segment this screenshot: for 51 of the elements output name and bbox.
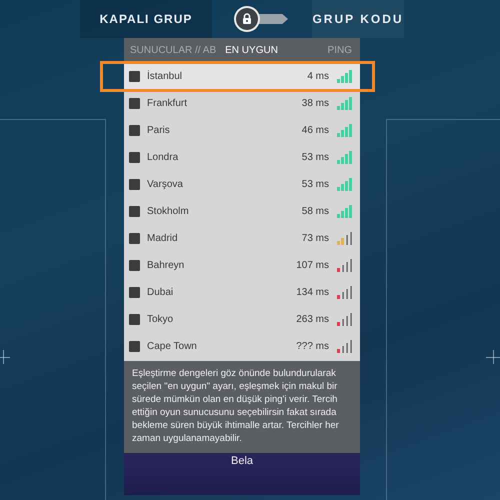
checkbox[interactable]: [129, 287, 140, 298]
server-name: Tokyo: [147, 314, 174, 325]
checkbox[interactable]: [129, 341, 140, 352]
checkbox[interactable]: [129, 125, 140, 136]
server-row[interactable]: Dubai 134 ms: [124, 279, 360, 306]
server-row[interactable]: Stokholm 58 ms: [124, 198, 360, 225]
ping-value: 263 ms: [296, 314, 329, 325]
lock-icon: [240, 12, 254, 26]
ping-value: 58 ms: [302, 206, 329, 217]
ping-value: 53 ms: [302, 179, 329, 190]
sort-tab[interactable]: EN UYGUN: [225, 44, 278, 56]
closed-group-tab[interactable]: KAPALI GRUP: [80, 0, 212, 38]
ping-value: 46 ms: [302, 125, 329, 136]
server-row[interactable]: Varşova 53 ms: [124, 171, 360, 198]
ping-value: 53 ms: [302, 152, 329, 163]
group-code-tab[interactable]: GRUP KODU: [312, 0, 404, 38]
server-row[interactable]: Londra 53 ms: [124, 144, 360, 171]
server-name: Dubai: [147, 287, 174, 298]
checkbox[interactable]: [129, 206, 140, 217]
server-name: Madrid: [147, 233, 179, 244]
server-row[interactable]: Tokyo 263 ms: [124, 306, 360, 333]
server-name: Varşova: [147, 179, 184, 190]
server-name: Londra: [147, 152, 180, 163]
server-name: İstanbul: [147, 71, 184, 82]
server-name: Stokholm: [147, 206, 190, 217]
server-row[interactable]: Cape Town ??? ms: [124, 333, 360, 360]
server-name: Frankfurt: [147, 98, 188, 109]
server-name: Paris: [147, 125, 171, 136]
server-row[interactable]: Paris 46 ms: [124, 117, 360, 144]
checkbox[interactable]: [129, 233, 140, 244]
checkbox[interactable]: [129, 260, 140, 271]
ping-value: ??? ms: [296, 341, 329, 352]
player-name: Bela: [230, 455, 254, 469]
info-tooltip: Eşleştirme dengeleri göz önünde bulundurularak seçilen "en uygun" ayarı, eşleşmek için makul bir sürede mümkün olan en düşük ping'i verir. Tercih ettiğin oyun sunucusunu seçebilirsin fakat sırada bekleme süren büyük ihtimalle artar. Tercihler her zaman uygulanamayabilir.: [124, 361, 360, 453]
server-row[interactable]: Madrid 73 ms: [124, 225, 360, 252]
checkbox[interactable]: [129, 71, 140, 82]
ping-value: 73 ms: [302, 233, 329, 244]
checkbox[interactable]: [129, 98, 140, 109]
ping-value: 4 ms: [307, 71, 329, 82]
ping-value: 134 ms: [296, 287, 329, 298]
ping-value: 38 ms: [302, 98, 329, 109]
checkbox[interactable]: [129, 314, 140, 325]
server-row[interactable]: Frankfurt 38 ms: [124, 90, 360, 117]
server-row[interactable]: İstanbul 4 ms: [124, 63, 360, 90]
server-name: Cape Town: [147, 341, 198, 352]
checkbox[interactable]: [129, 152, 140, 163]
checkbox[interactable]: [129, 179, 140, 190]
server-row[interactable]: Bahreyn 107 ms: [124, 252, 360, 279]
server-name: Bahreyn: [147, 260, 186, 271]
ping-value: 107 ms: [296, 260, 329, 271]
panel-title: SUNUCULAR // AB: [130, 44, 216, 56]
